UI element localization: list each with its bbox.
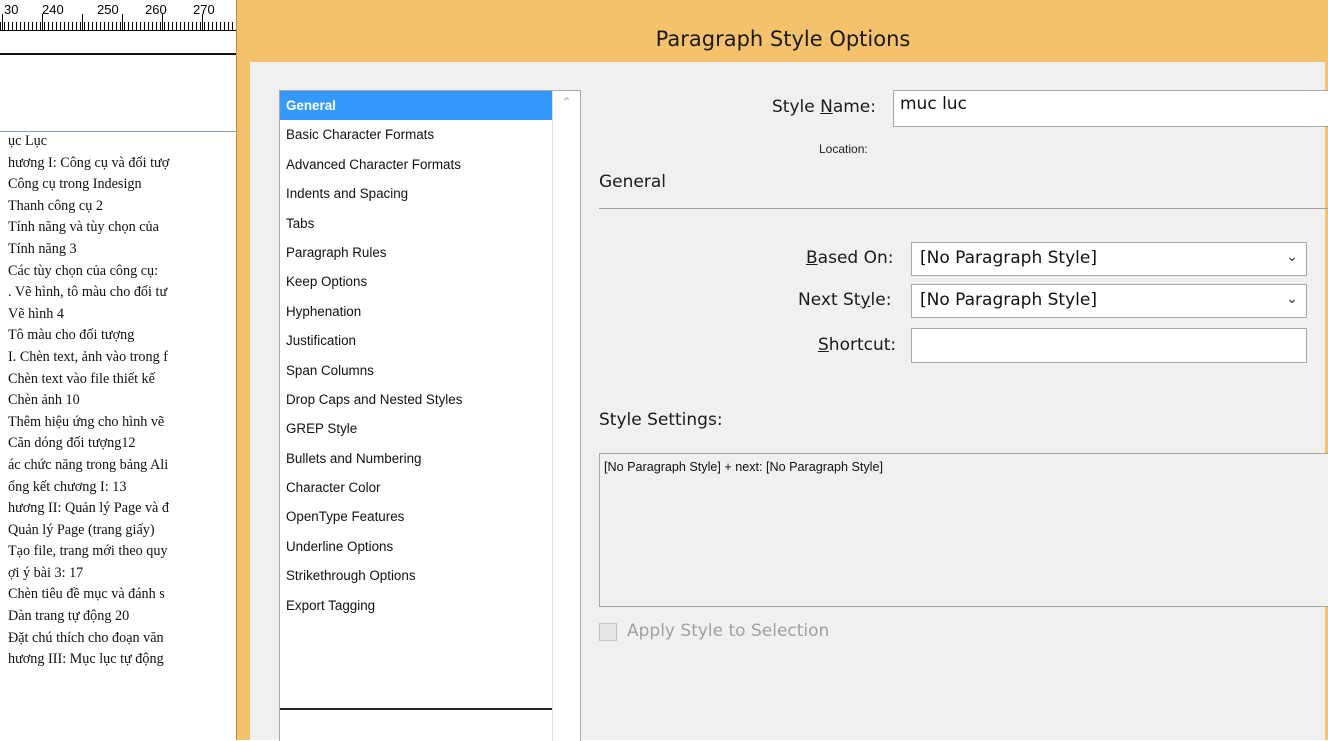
chevron-down-icon: ⌄ <box>1286 291 1298 307</box>
category-item-strikethrough-options[interactable]: Strikethrough Options <box>280 561 552 590</box>
document-text-line: Chèn tiêu đề mục và đánh s <box>8 586 165 603</box>
document-text-line: ổng kết chương I: 13 <box>8 478 127 495</box>
category-item-character-color[interactable]: Character Color <box>280 473 552 502</box>
style-name-label: Style Name: <box>772 97 876 117</box>
document-text-line: Tạo file, trang mới theo quy <box>8 543 168 560</box>
category-item-drop-caps-and-nested-styles[interactable]: Drop Caps and Nested Styles <box>280 385 552 414</box>
horizontal-ruler[interactable]: 30 240 250 260 270 <box>0 0 240 31</box>
category-item-underline-options[interactable]: Underline Options <box>280 532 552 561</box>
based-on-value: [No Paragraph Style] <box>920 248 1097 268</box>
style-settings-box: [No Paragraph Style] + next: [No Paragra… <box>599 453 1328 607</box>
category-item-justification[interactable]: Justification <box>280 326 552 355</box>
category-item-keep-options[interactable]: Keep Options <box>280 267 552 296</box>
category-item-span-columns[interactable]: Span Columns <box>280 356 552 385</box>
next-style-select[interactable]: [No Paragraph Style] ⌄ <box>911 284 1307 318</box>
chevron-down-icon: ⌄ <box>1286 249 1298 265</box>
section-divider <box>599 208 1328 209</box>
category-item-opentype-features[interactable]: OpenType Features <box>280 502 552 531</box>
document-text-line: Tô màu cho đối tượng <box>8 327 135 344</box>
document-text-line: Đặt chú thích cho đoạn văn <box>8 629 164 646</box>
document-text-line: Dàn trang tự động 20 <box>8 608 130 625</box>
location-label: Location: <box>819 142 868 156</box>
document-text-line: Công cụ trong Indesign <box>8 176 142 193</box>
next-style-value: [No Paragraph Style] <box>920 290 1097 310</box>
document-text-line: Căn dóng đối tượng12 <box>8 435 136 452</box>
section-title: General <box>599 172 666 192</box>
paragraph-style-options-dialog: Paragraph Style Options General Basic Cha… <box>236 0 1328 741</box>
document-text-line: hương II: Quản lý Page và đ <box>8 500 169 517</box>
document-text-line: Thêm hiệu ứng cho hình vẽ <box>8 413 165 430</box>
document-text-line: . Vẽ hình, tô màu cho đối tư <box>8 284 168 301</box>
style-name-input[interactable]: muc luc <box>893 90 1328 127</box>
page-top-rule <box>0 53 240 55</box>
category-item-basic-character-formats[interactable]: Basic Character Formats <box>280 120 552 149</box>
apply-style-label[interactable]: Apply Style to Selection <box>627 621 829 641</box>
based-on-select[interactable]: [No Paragraph Style] ⌄ <box>911 242 1307 276</box>
shortcut-label: Shortcut: <box>818 335 897 355</box>
category-items: General Basic Character Formats Advanced C… <box>280 91 552 620</box>
category-list[interactable]: General Basic Character Formats Advanced C… <box>279 90 581 741</box>
document-text-line: I. Chèn text, ảnh vào trong f <box>8 348 168 365</box>
ruler-major-ticks <box>0 14 240 30</box>
next-style-label: Next Style: <box>798 290 892 310</box>
document-text-line: hương I: Công cụ và đối tượ <box>8 154 170 171</box>
document-text-line: ợi ý bài 3: 17 <box>8 564 84 581</box>
document-text-line: Tính năng 3 <box>8 240 77 257</box>
scroll-up-icon[interactable]: ⌃ <box>553 95 580 109</box>
dialog-frame-left <box>237 62 250 740</box>
document-text-line: Vẽ hình 4 <box>8 305 64 322</box>
style-settings-label: Style Settings: <box>599 410 723 430</box>
document-text-line: Quản lý Page (trang giấy) <box>8 521 155 538</box>
category-item-indents-and-spacing[interactable]: Indents and Spacing <box>280 179 552 208</box>
based-on-label: Based On: <box>806 248 894 268</box>
document-text-line: Tính năng và tùy chọn của <box>8 219 159 236</box>
apply-style-checkbox[interactable] <box>599 623 617 641</box>
document-text-line: Các tùy chọn của công cụ: <box>8 262 159 279</box>
category-item-tabs[interactable]: Tabs <box>280 209 552 238</box>
category-item-paragraph-rules[interactable]: Paragraph Rules <box>280 238 552 267</box>
dialog-title: Paragraph Style Options <box>655 27 911 51</box>
dialog-titlebar[interactable]: Paragraph Style Options <box>237 0 1328 62</box>
category-item-general[interactable]: General <box>280 91 552 121</box>
document-text-line: Thanh công cụ 2 <box>8 197 103 214</box>
category-item-grep-style[interactable]: GREP Style <box>280 414 552 443</box>
shortcut-input[interactable] <box>911 328 1307 363</box>
category-list-divider <box>280 708 552 710</box>
document-text-line: ác chức năng trong bảng Ali <box>8 456 169 473</box>
document-text-line: hương III: Mục lục tự động <box>8 651 164 668</box>
category-item-bullets-and-numbering[interactable]: Bullets and Numbering <box>280 444 552 473</box>
document-text-line: Chèn text vào file thiết kế <box>8 370 155 387</box>
category-scrollbar[interactable]: ⌃ <box>552 91 580 741</box>
category-item-export-tagging[interactable]: Export Tagging <box>280 591 552 620</box>
document-text-frame[interactable]: ục Lục hương I: Công cụ và đối tượ Công c… <box>8 131 240 671</box>
category-item-advanced-character-formats[interactable]: Advanced Character Formats <box>280 150 552 179</box>
document-text-line: Chèn ảnh 10 <box>8 392 80 409</box>
category-item-hyphenation[interactable]: Hyphenation <box>280 297 552 326</box>
document-text-line: ục Lục <box>8 133 47 149</box>
